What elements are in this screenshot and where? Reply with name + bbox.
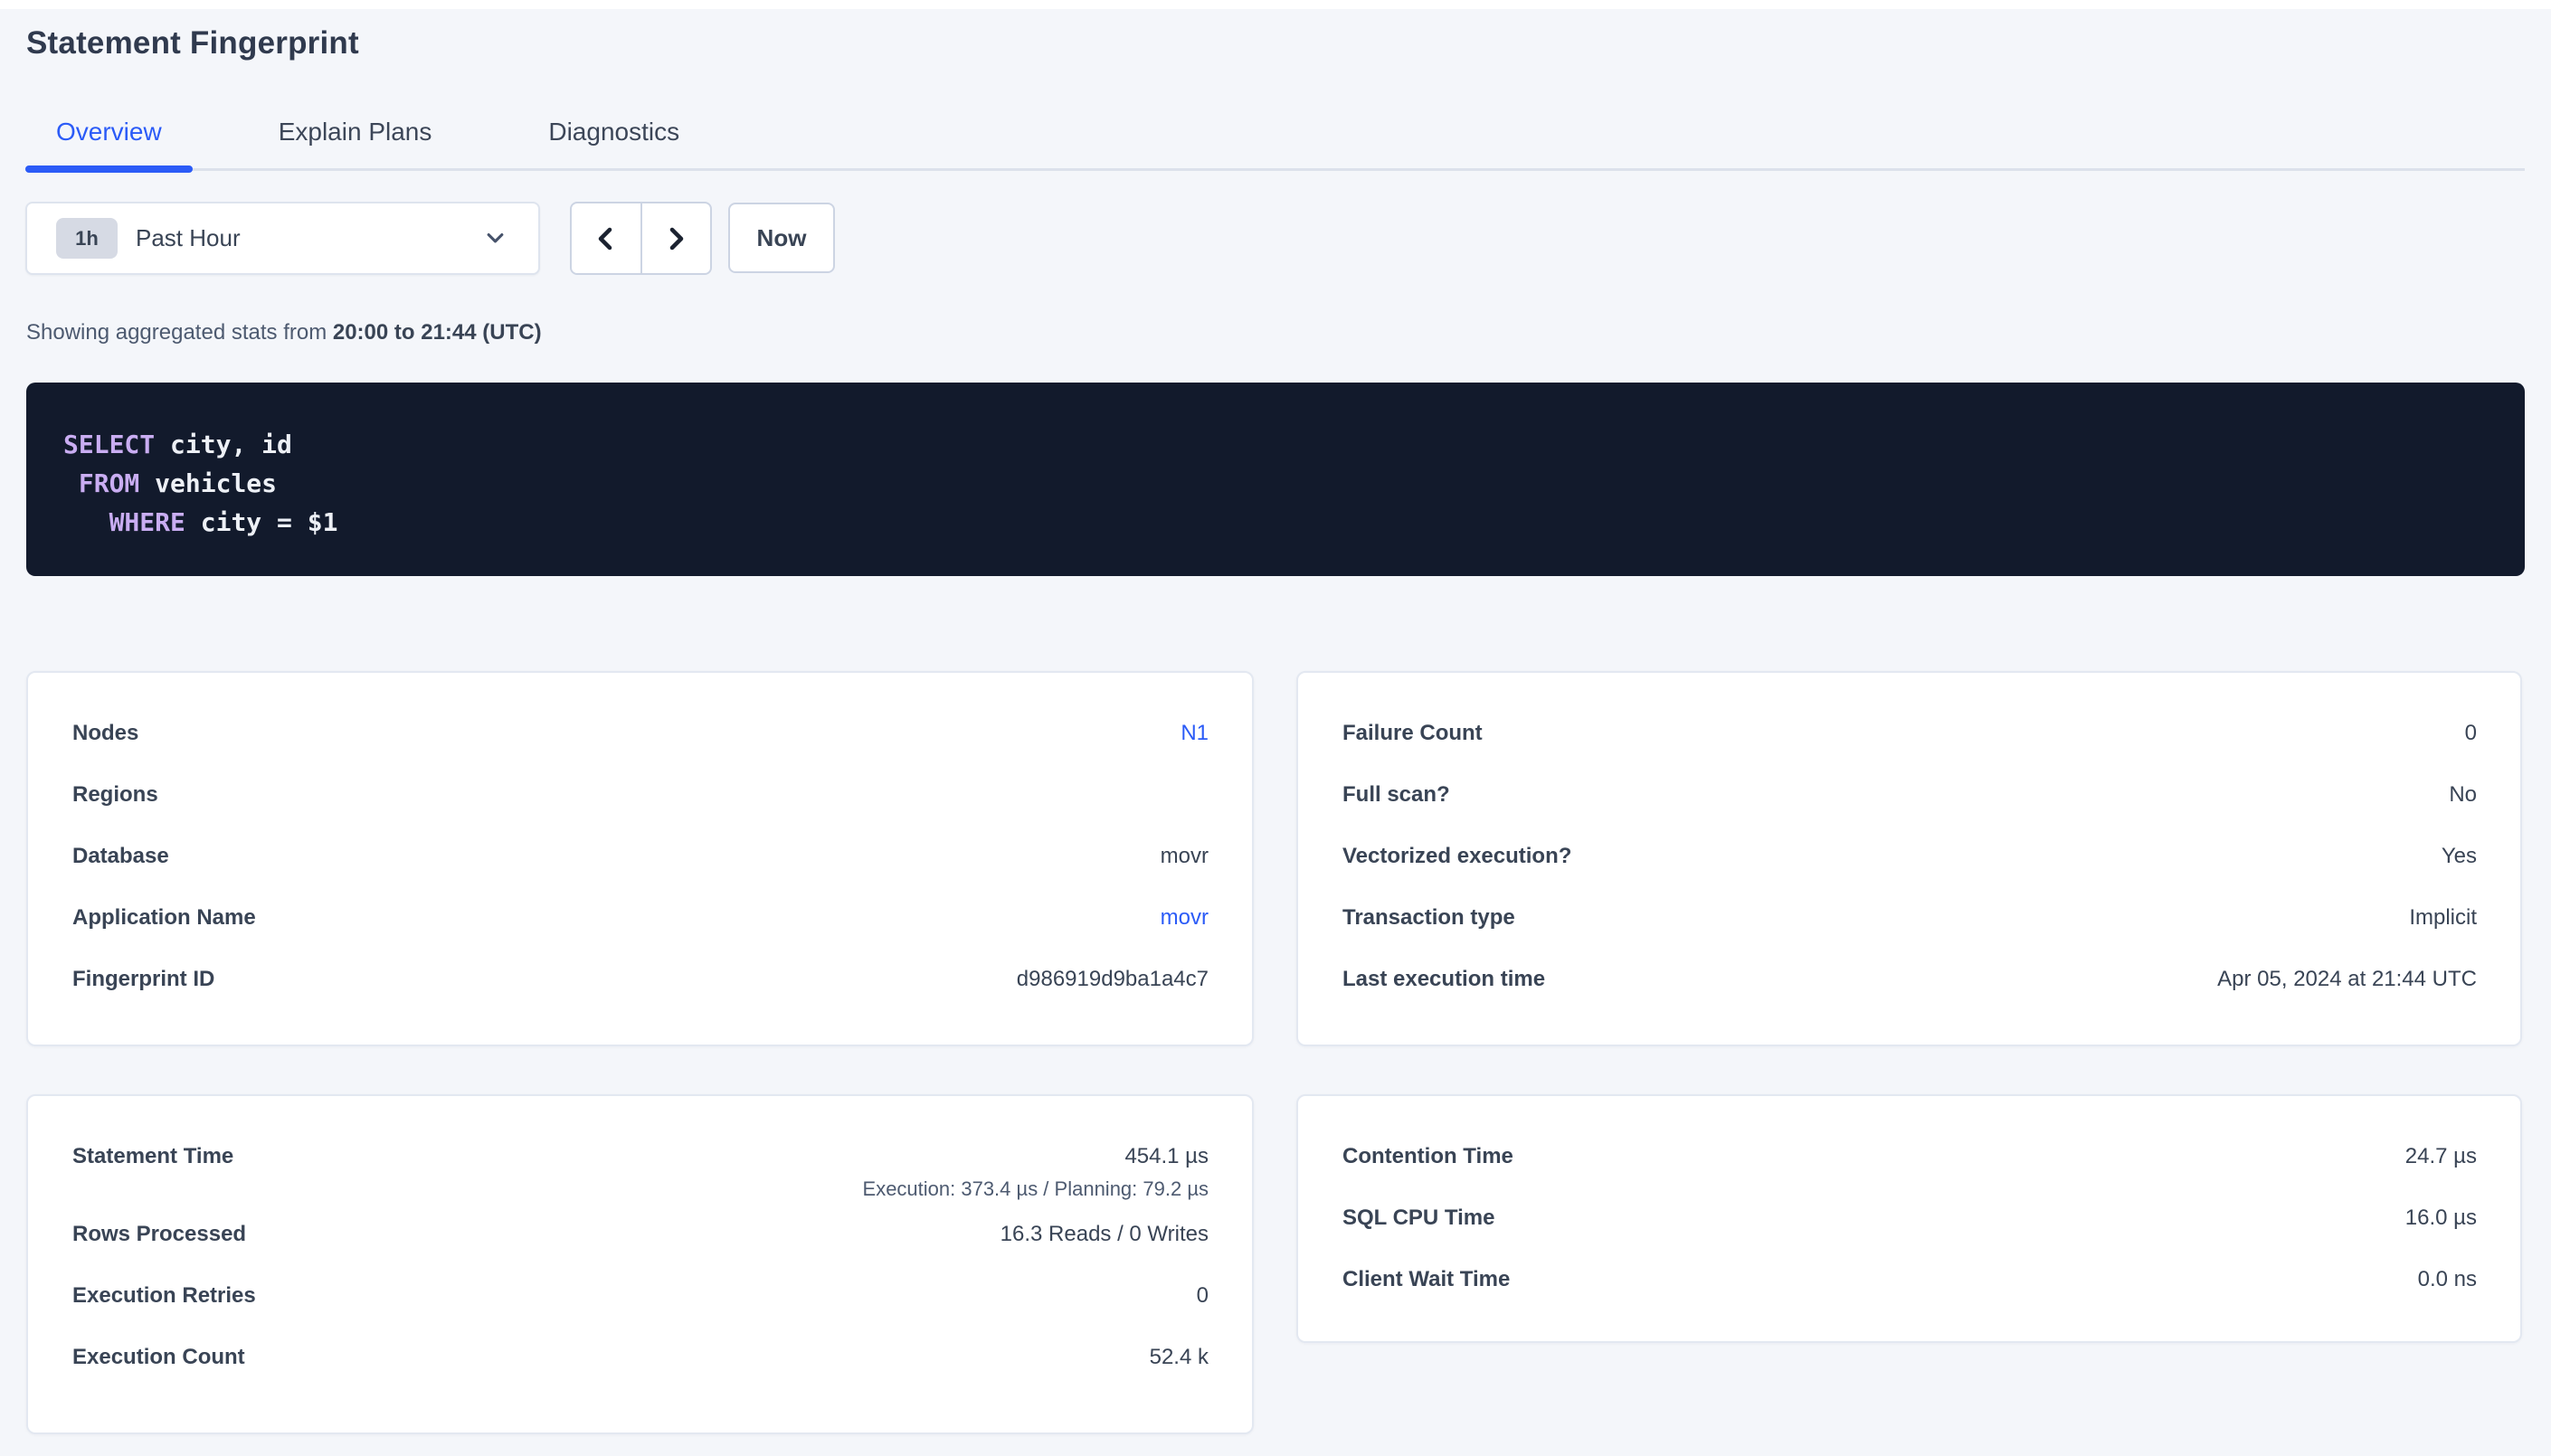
stat-label: Client Wait Time	[1342, 1267, 1510, 1292]
stat-value-wrap: 0	[1197, 1283, 1209, 1309]
stat-value-wrap: movr	[1161, 844, 1209, 869]
aggregated-stats-note: Showing aggregated stats from 20:00 to 2…	[26, 320, 542, 345]
stat-label: SQL CPU Time	[1342, 1205, 1495, 1231]
application-name-link[interactable]: movr	[1161, 905, 1209, 930]
now-button[interactable]: Now	[728, 203, 835, 273]
time-range-value: Past Hour	[136, 224, 241, 252]
stat-row: Failure Count 0	[1342, 704, 2477, 765]
tab-explain-plans[interactable]: Explain Plans	[248, 114, 463, 168]
stat-row: Full scan? No	[1342, 765, 2477, 827]
stat-value: 52.4 k	[1150, 1345, 1209, 1369]
nodes-link[interactable]: N1	[1181, 721, 1209, 745]
stat-label: Database	[72, 844, 169, 869]
stat-value-wrap: 16.3 Reads / 0 Writes	[1000, 1222, 1209, 1247]
stat-value-wrap: No	[2449, 782, 2477, 808]
stat-row: Contention Time 24.7 µs	[1342, 1127, 2477, 1188]
stat-row: Execution Count 52.4 k	[72, 1328, 1209, 1389]
stat-value-wrap: N1	[1181, 721, 1209, 746]
stat-row: Fingerprint ID d986919d9ba1a4c7	[72, 950, 1209, 1011]
stat-value-wrap: 24.7 µs	[2405, 1144, 2477, 1169]
time-interval-pager	[570, 202, 712, 275]
stat-value: d986919d9ba1a4c7	[1017, 967, 1209, 991]
statement-timing-left-card: Statement Time 454.1 µs Execution: 373.4 µ…	[26, 1094, 1254, 1434]
stat-value-wrap: Apr 05, 2024 at 21:44 UTC	[2217, 967, 2477, 992]
stat-row: Last execution time Apr 05, 2024 at 21:44…	[1342, 950, 2477, 1011]
stat-label: Full scan?	[1342, 782, 1450, 808]
stat-label: Transaction type	[1342, 905, 1515, 931]
stat-value-wrap: 0	[2465, 721, 2477, 746]
stat-label: Regions	[72, 782, 158, 808]
time-range-dropdown[interactable]: 1h Past Hour	[25, 202, 540, 275]
stat-value: No	[2449, 782, 2477, 807]
stat-row: Regions	[72, 765, 1209, 827]
stat-label: Statement Time	[72, 1144, 233, 1169]
stat-value: 16.3 Reads / 0 Writes	[1000, 1222, 1209, 1246]
stat-row: Rows Processed 16.3 Reads / 0 Writes	[72, 1205, 1209, 1266]
aggregated-stats-range: 20:00 to 21:44 (UTC)	[333, 320, 542, 345]
stat-value-wrap: Yes	[2442, 844, 2477, 869]
top-strip	[0, 0, 2551, 9]
chevron-left-icon	[592, 224, 621, 253]
stat-value: movr	[1161, 844, 1209, 868]
stat-value: Apr 05, 2024 at 21:44 UTC	[2217, 967, 2477, 991]
stat-value-wrap: 0.0 ns	[2418, 1267, 2477, 1292]
chevron-down-icon	[483, 226, 507, 251]
stat-value: 0	[1197, 1283, 1209, 1308]
stat-value: Yes	[2442, 844, 2477, 868]
stat-row: Statement Time 454.1 µs Execution: 373.4 µ…	[72, 1127, 1209, 1205]
stat-row: Transaction type Implicit	[1342, 888, 2477, 950]
sql-keyword: WHERE	[109, 507, 185, 537]
sql-keyword: SELECT	[63, 430, 155, 459]
stat-label: Rows Processed	[72, 1222, 246, 1247]
stat-row: Execution Retries 0	[72, 1266, 1209, 1328]
chevron-right-icon	[661, 224, 690, 253]
statement-details-left-card: NodesN1RegionsDatabasemovrApplication Na…	[26, 671, 1254, 1046]
stat-value-wrap: movr	[1161, 905, 1209, 931]
tab-bar: Overview Explain Plans Diagnostics	[25, 114, 2525, 171]
stat-label: Execution Count	[72, 1345, 245, 1370]
stat-label: Execution Retries	[72, 1283, 256, 1309]
stat-value: Implicit	[2409, 905, 2477, 930]
stat-row: SQL CPU Time 16.0 µs	[1342, 1188, 2477, 1250]
stat-label: Vectorized execution?	[1342, 844, 1571, 869]
stat-value-wrap: 454.1 µs Execution: 373.4 µs / Planning: …	[863, 1144, 1209, 1205]
stat-value-wrap: Implicit	[2409, 905, 2477, 931]
stat-label: Nodes	[72, 721, 138, 746]
stat-row: Database movr	[72, 827, 1209, 888]
statement-sql-block: SELECT city, id FROM vehicles WHERE city…	[26, 383, 2525, 576]
stat-row: Nodes N1	[72, 704, 1209, 765]
stat-value: 0.0 ns	[2418, 1267, 2477, 1291]
stat-value: 454.1 µs	[1124, 1144, 1209, 1168]
tab-overview[interactable]: Overview	[25, 114, 193, 168]
time-range-badge: 1h	[56, 218, 118, 259]
stat-label: Application Name	[72, 905, 256, 931]
stat-value: 16.0 µs	[2405, 1205, 2477, 1230]
tab-diagnostics[interactable]: Diagnostics	[517, 114, 710, 168]
prev-interval-button[interactable]	[572, 203, 640, 273]
stat-row: Application Name movr	[72, 888, 1209, 950]
stat-row: Client Wait Time 0.0 ns	[1342, 1250, 2477, 1311]
statement-details-right-card: Failure Count 0 Full scan? No Vectorized exe…	[1296, 671, 2522, 1046]
sql-line: WHERE city = $1	[63, 503, 2489, 542]
stat-label: Fingerprint ID	[72, 967, 214, 992]
stat-subvalue: Execution: 373.4 µs / Planning: 79.2 µs	[863, 1177, 1209, 1205]
stat-value-wrap: d986919d9ba1a4c7	[1017, 967, 1209, 992]
statement-timing-right-card: Contention Time 24.7 µs SQL CPU Time 16.0 µ…	[1296, 1094, 2522, 1343]
stat-label: Last execution time	[1342, 967, 1545, 992]
sql-keyword: FROM	[79, 468, 139, 498]
aggregated-stats-prefix: Showing aggregated stats from	[26, 320, 333, 345]
stat-value: 0	[2465, 721, 2477, 745]
stat-value-wrap: 16.0 µs	[2405, 1205, 2477, 1231]
stat-value-wrap: 52.4 k	[1150, 1345, 1209, 1370]
stat-row: Vectorized execution? Yes	[1342, 827, 2477, 888]
stat-value: 24.7 µs	[2405, 1144, 2477, 1168]
stat-label: Failure Count	[1342, 721, 1483, 746]
page-title: Statement Fingerprint	[26, 25, 359, 61]
sql-line: FROM vehicles	[63, 464, 2489, 503]
sql-line: SELECT city, id	[63, 425, 2489, 464]
stat-label: Contention Time	[1342, 1144, 1513, 1169]
next-interval-button[interactable]	[642, 203, 711, 273]
